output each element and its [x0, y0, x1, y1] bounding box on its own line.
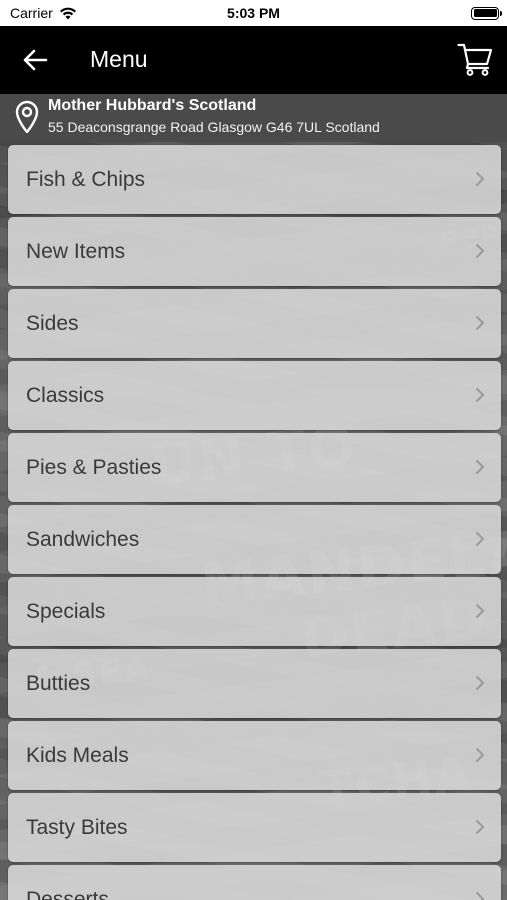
menu-item-new-items[interactable]: New Items	[8, 217, 501, 286]
map-pin-icon	[15, 100, 39, 134]
arrow-left-icon[interactable]	[22, 48, 48, 72]
chevron-right-icon	[476, 604, 485, 618]
cart-icon[interactable]	[457, 42, 493, 76]
menu-item-label: Pies & Pasties	[26, 455, 162, 479]
menu-item-specials[interactable]: Specials	[8, 577, 501, 646]
chevron-right-icon	[476, 172, 485, 186]
store-address: 55 Deaconsgrange Road Glasgow G46 7UL Sc…	[48, 119, 380, 135]
chevron-right-icon	[476, 676, 485, 690]
carrier-label: Carrier	[10, 5, 53, 21]
chevron-right-icon	[476, 244, 485, 258]
status-bar: Carrier 5:03 PM	[0, 0, 507, 26]
chevron-right-icon	[476, 748, 485, 762]
menu-category-list: Fish & Chips New Items Sides Classics Pi…	[8, 145, 501, 900]
chevron-right-icon	[476, 460, 485, 474]
menu-content[interactable]: PER UN TO MANDELA DEAD TCHA A SEA Mother…	[0, 94, 507, 900]
menu-item-desserts[interactable]: Desserts	[8, 865, 501, 900]
chevron-right-icon	[476, 892, 485, 900]
nav-bar: Menu	[0, 26, 507, 94]
menu-item-label: Specials	[26, 599, 106, 623]
menu-item-label: Sides	[26, 311, 79, 335]
chevron-right-icon	[476, 316, 485, 330]
menu-item-label: Tasty Bites	[26, 815, 128, 839]
menu-item-label: Kids Meals	[26, 743, 129, 767]
menu-item-pies-pasties[interactable]: Pies & Pasties	[8, 433, 501, 502]
chevron-right-icon	[476, 388, 485, 402]
chevron-right-icon	[476, 820, 485, 834]
store-location[interactable]: Mother Hubbard's Scotland 55 Deaconsgran…	[0, 94, 507, 142]
menu-item-classics[interactable]: Classics	[8, 361, 501, 430]
menu-item-sides[interactable]: Sides	[8, 289, 501, 358]
menu-item-label: Classics	[26, 383, 105, 407]
menu-item-butties[interactable]: Butties	[8, 649, 501, 718]
chevron-right-icon	[476, 532, 485, 546]
menu-item-label: Fish & Chips	[26, 167, 146, 191]
wifi-icon	[59, 7, 76, 19]
menu-item-label: Butties	[26, 671, 91, 695]
menu-item-label: Sandwiches	[26, 527, 140, 551]
battery-icon	[471, 6, 502, 20]
menu-item-kids-meals[interactable]: Kids Meals	[8, 721, 501, 790]
menu-item-tasty-bites[interactable]: Tasty Bites	[8, 793, 501, 862]
store-name: Mother Hubbard's Scotland	[48, 97, 257, 114]
menu-item-sandwiches[interactable]: Sandwiches	[8, 505, 501, 574]
menu-item-label: Desserts	[26, 887, 109, 900]
menu-item-label: New Items	[26, 239, 126, 263]
status-left: Carrier	[10, 5, 77, 21]
menu-item-fish-chips[interactable]: Fish & Chips	[8, 145, 501, 214]
page-title: Menu	[90, 46, 148, 72]
